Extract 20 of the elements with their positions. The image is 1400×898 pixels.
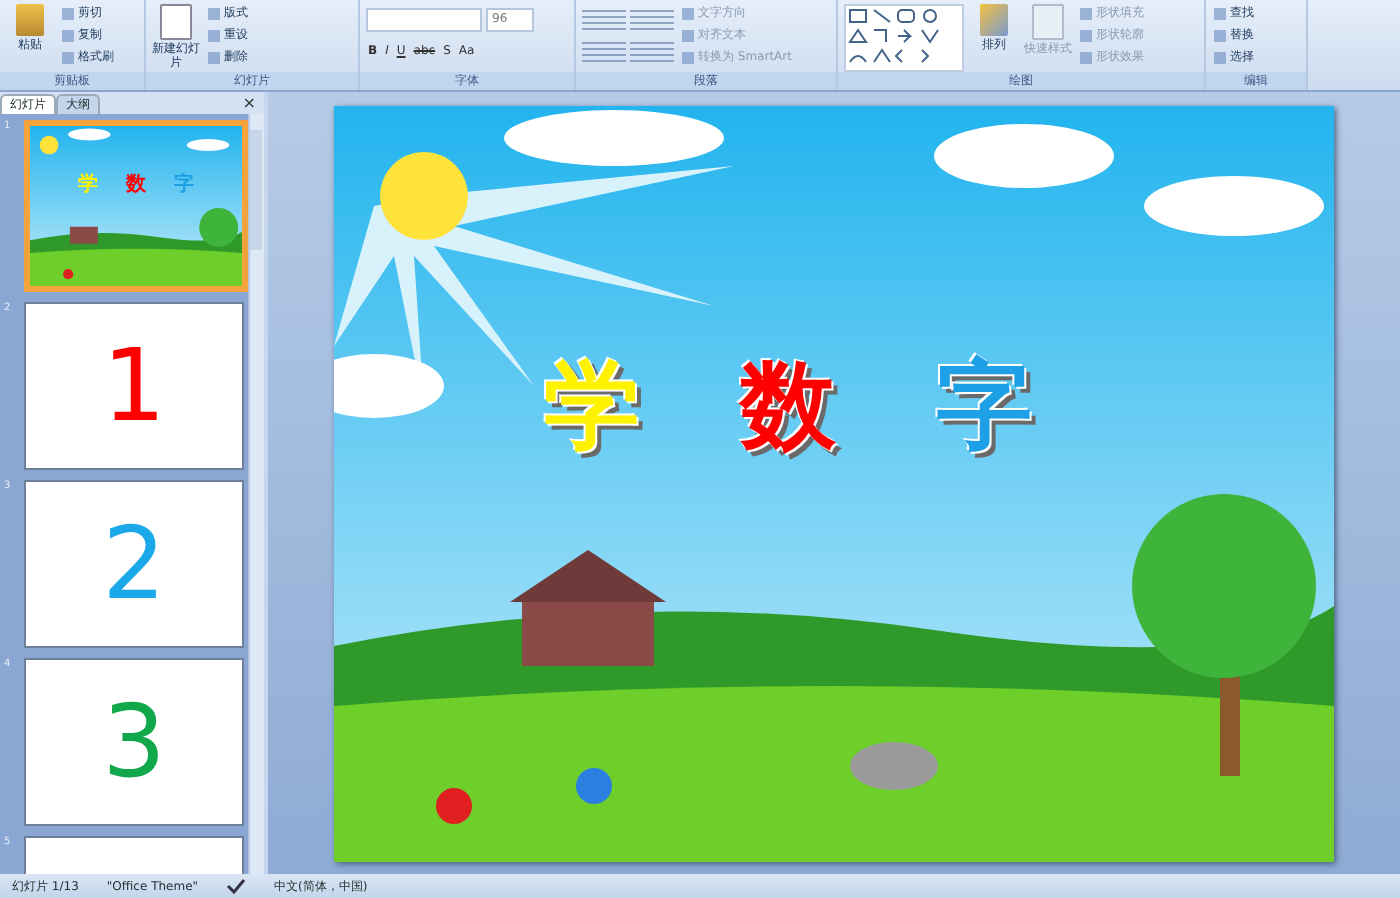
align-icon[interactable]: [582, 41, 626, 61]
slide-title-char: 数: [740, 349, 836, 461]
ribbon-icon: [16, 4, 44, 36]
slide-title-char: 字: [936, 349, 1032, 461]
scrollbar[interactable]: [248, 114, 264, 874]
slide-digit: 1: [102, 334, 166, 438]
slide-title-char: 学: [544, 349, 640, 461]
slide-digit: 2: [102, 512, 166, 616]
ribbon-icon: [160, 4, 192, 40]
arrange-icon: [980, 4, 1008, 36]
spellcheck-icon[interactable]: [226, 878, 247, 894]
thumbnail-title-char: 学: [78, 174, 98, 196]
thumbnail-title-char: 数: [126, 174, 146, 196]
slide-digit: 3: [102, 690, 166, 794]
close-button[interactable]: ×: [242, 94, 264, 114]
font-name-field[interactable]: [366, 7, 482, 31]
shapes-gallery[interactable]: [844, 4, 964, 72]
thumbnail-title-char: 字: [174, 174, 194, 196]
list-icon[interactable]: [582, 9, 626, 29]
slide-thumbnail[interactable]: 1: [24, 302, 244, 470]
